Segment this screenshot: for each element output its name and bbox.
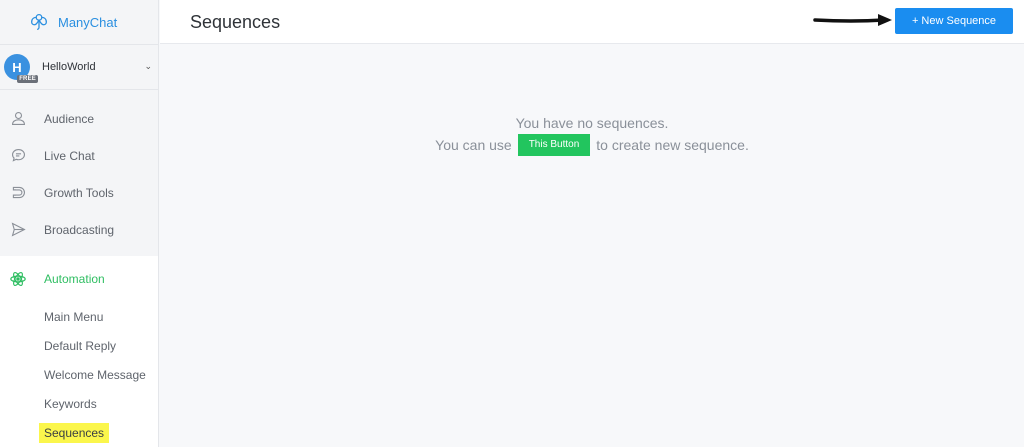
subitem-label: Sequences <box>39 422 110 443</box>
account-switcher[interactable]: H FREE HelloWorld ⌄ <box>0 44 158 90</box>
this-button[interactable]: This Button <box>517 134 591 156</box>
sidebar-subitem-sequences[interactable]: Sequences <box>0 418 158 447</box>
sidebar: ManyChat H FREE HelloWorld ⌄ Audience Li… <box>0 0 159 447</box>
sidebar-item-label: Automation <box>44 272 105 286</box>
sidebar-item-automation[interactable]: Automation <box>0 256 158 302</box>
empty-state-message: You have no sequences. <box>515 115 669 131</box>
empty-state: You have no sequences. You can use This … <box>160 113 1024 156</box>
empty-state-hint: You can use This Button to create new se… <box>160 134 1024 156</box>
sidebar-item-label: Broadcasting <box>44 222 115 237</box>
automation-section: Automation Main Menu Default Reply Welco… <box>0 256 158 447</box>
sidebar-item-label: Growth Tools <box>44 185 114 200</box>
sidebar-item-broadcasting[interactable]: Broadcasting <box>0 211 158 248</box>
sidebar-item-audience[interactable]: Audience <box>0 100 158 137</box>
sidebar-subitem-keywords[interactable]: Keywords <box>0 389 158 418</box>
subitem-label: Keywords <box>44 396 97 411</box>
send-icon <box>9 221 27 239</box>
subitem-label: Main Menu <box>44 309 104 324</box>
hint-suffix: to create new sequence. <box>596 137 749 153</box>
sidebar-item-label: Live Chat <box>44 148 95 163</box>
subitem-label: Welcome Message <box>44 367 146 382</box>
subitem-label: Default Reply <box>44 338 117 353</box>
account-name: HelloWorld <box>42 61 96 73</box>
sidebar-item-label: Audience <box>44 111 95 126</box>
avatar: H FREE <box>4 54 38 83</box>
chat-bubble-icon <box>9 147 27 165</box>
magnet-icon <box>9 184 27 202</box>
hint-prefix: You can use <box>435 137 512 153</box>
user-icon <box>9 110 27 128</box>
atom-icon <box>9 270 27 288</box>
plan-badge: FREE <box>17 75 38 83</box>
brand-name: ManyChat <box>58 14 118 30</box>
sidebar-subitem-main-menu[interactable]: Main Menu <box>0 302 158 331</box>
brand-logo[interactable]: ManyChat <box>0 0 158 44</box>
avatar-initial: H <box>12 59 22 75</box>
new-sequence-button[interactable]: + New Sequence <box>895 8 1013 34</box>
sidebar-subitem-welcome-message[interactable]: Welcome Message <box>0 360 158 389</box>
topbar: Sequences + New Sequence <box>160 0 1024 44</box>
chevron-down-icon: ⌄ <box>144 61 152 71</box>
sidebar-subitem-default-reply[interactable]: Default Reply <box>0 331 158 360</box>
page-title: Sequences <box>190 12 281 32</box>
sidebar-item-live-chat[interactable]: Live Chat <box>0 137 158 174</box>
annotation-arrow-icon <box>813 14 892 26</box>
sidebar-item-growth-tools[interactable]: Growth Tools <box>0 174 158 211</box>
manychat-logo-icon <box>31 14 47 30</box>
